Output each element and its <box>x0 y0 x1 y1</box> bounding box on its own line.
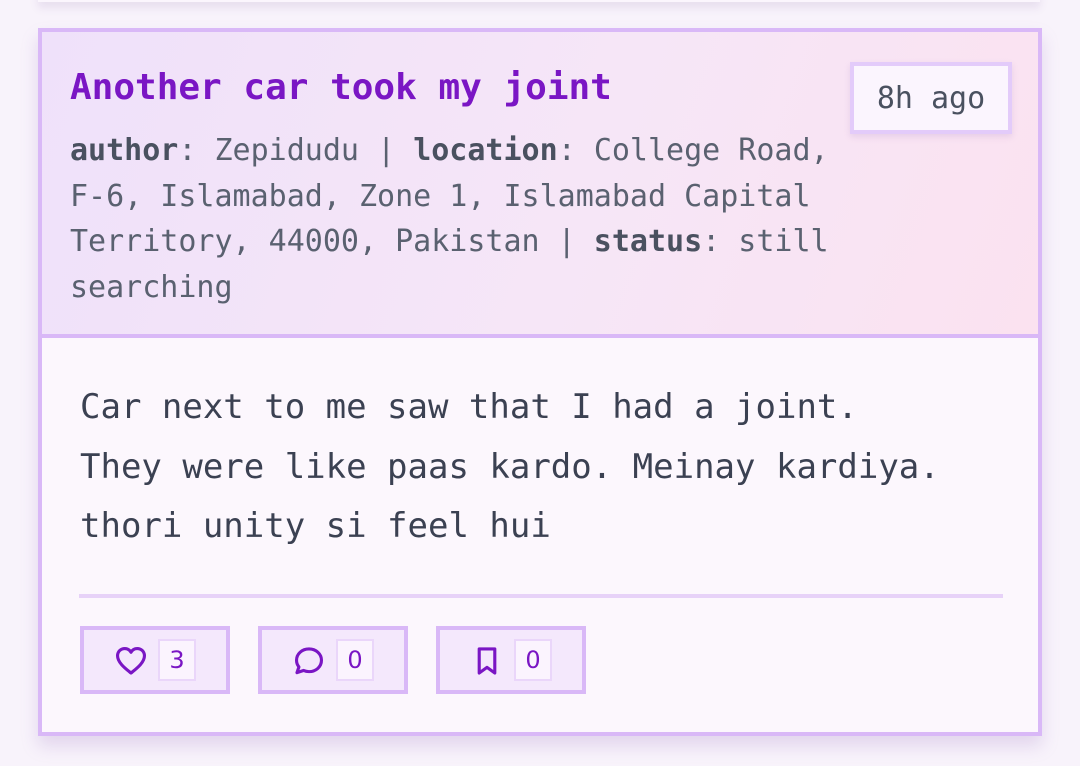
status-key: status <box>593 224 703 259</box>
meta-separator: | <box>557 224 576 259</box>
meta-separator: | <box>377 133 396 168</box>
time-ago-badge: 8h ago <box>850 62 1012 134</box>
comment-button[interactable]: 0 <box>258 626 408 694</box>
bookmark-count: 0 <box>514 639 552 681</box>
like-count: 3 <box>158 639 196 681</box>
comment-count: 0 <box>336 639 374 681</box>
comment-icon <box>292 644 326 678</box>
location-key: location <box>413 133 558 168</box>
post-meta: author: Zepidudu | location: College Roa… <box>70 133 829 305</box>
author-key: author <box>70 133 179 168</box>
post-card: Another car took my joint author: Zepidu… <box>38 28 1042 736</box>
bookmark-button[interactable]: 0 <box>436 626 586 694</box>
post-header: Another car took my joint author: Zepidu… <box>42 32 1038 338</box>
heart-icon <box>114 644 148 678</box>
divider <box>79 594 1003 598</box>
post-title[interactable]: Another car took my joint <box>70 66 612 110</box>
like-button[interactable]: 3 <box>80 626 230 694</box>
previous-post-card <box>38 0 1040 2</box>
bookmark-icon <box>470 644 504 678</box>
post-body: Car next to me saw that I had a joint. T… <box>80 387 940 546</box>
author-name[interactable]: Zepidudu <box>215 133 360 168</box>
